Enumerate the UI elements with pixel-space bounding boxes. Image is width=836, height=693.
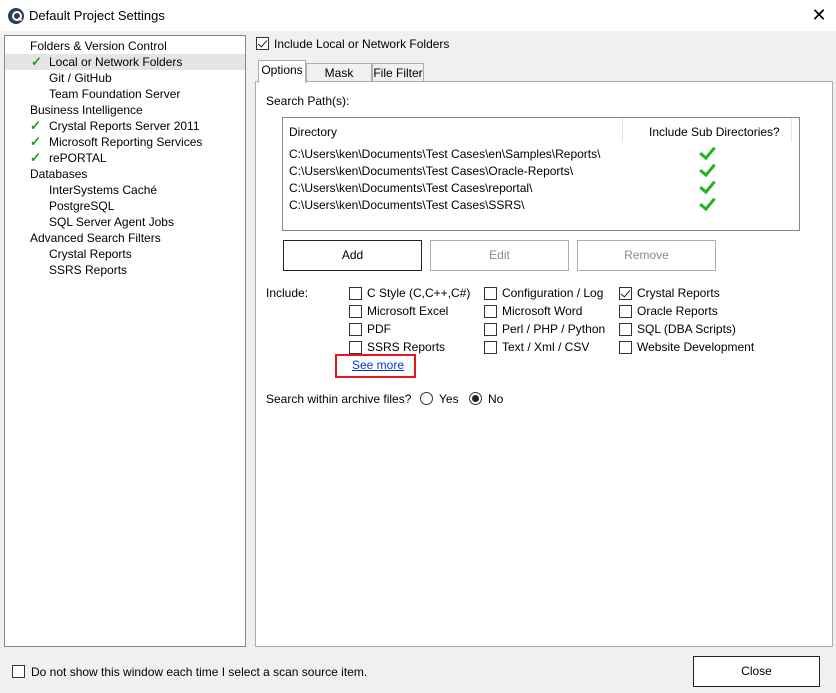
check-icon: ✓	[31, 54, 42, 69]
see-more-link[interactable]: See more	[352, 358, 404, 372]
search-paths-list[interactable]: Directory Include Sub Directories? C:\Us…	[282, 117, 800, 231]
sql-dba-scripts-label: SQL (DBA Scripts)	[637, 322, 736, 336]
dont-show-label: Do not show this window each time I sele…	[31, 665, 368, 679]
list-item[interactable]: C:\Users\ken\Documents\Test Cases\en\Sam…	[289, 147, 600, 161]
search-paths-label: Search Path(s):	[266, 94, 350, 108]
text-xml-csv-label: Text / Xml / CSV	[502, 340, 590, 354]
tree-item-local-network-folders[interactable]: ✓ Local or Network Folders	[5, 54, 245, 70]
column-divider	[791, 118, 792, 142]
pdf-label: PDF	[367, 322, 391, 336]
list-item[interactable]: C:\Users\ken\Documents\Test Cases\SSRS\	[289, 198, 524, 212]
tree-item-crystal-reports[interactable]: Crystal Reports	[49, 246, 132, 262]
tree-item-reportal[interactable]: ✓ rePORTAL	[30, 150, 107, 166]
microsoft-excel-checkbox[interactable]	[349, 305, 362, 318]
perl-php-python-checkbox[interactable]	[484, 323, 497, 336]
check-icon	[699, 163, 713, 177]
app-logo-icon	[8, 8, 24, 24]
check-icon: ✓	[30, 118, 41, 133]
c-style-checkbox[interactable]	[349, 287, 362, 300]
archive-no-radio[interactable]	[469, 392, 482, 405]
window-title: Default Project Settings	[29, 8, 165, 23]
check-icon: ✓	[30, 134, 41, 149]
edit-button[interactable]: Edit	[430, 240, 569, 271]
dont-show-checkbox[interactable]	[12, 665, 25, 678]
check-icon	[699, 146, 713, 160]
list-item[interactable]: C:\Users\ken\Documents\Test Cases\Oracle…	[289, 164, 573, 178]
ssrs-reports-label: SSRS Reports	[367, 340, 446, 354]
list-item[interactable]: C:\Users\ken\Documents\Test Cases\report…	[289, 181, 532, 195]
window-close-icon[interactable]: ✕	[808, 4, 830, 26]
tree-item-databases[interactable]: Databases	[30, 166, 87, 182]
archive-no-label: No	[488, 392, 504, 406]
crystal-reports-checkbox[interactable]	[619, 287, 632, 300]
tab-file-filter[interactable]: File Filter	[372, 63, 424, 82]
text-xml-csv-checkbox[interactable]	[484, 341, 497, 354]
configuration-log-label: Configuration / Log	[502, 286, 604, 300]
tree-item-git-github[interactable]: Git / GitHub	[49, 70, 112, 86]
check-icon: ✓	[30, 150, 41, 165]
pdf-checkbox[interactable]	[349, 323, 362, 336]
tab-options[interactable]: Options	[258, 60, 306, 83]
perl-php-python-label: Perl / PHP / Python	[502, 322, 606, 336]
configuration-log-checkbox[interactable]	[484, 287, 497, 300]
include-label: Include:	[266, 286, 309, 300]
column-header-directory[interactable]: Directory	[289, 125, 337, 139]
tab-mask-filters[interactable]: Mask Filters	[306, 63, 372, 98]
ssrs-reports-checkbox[interactable]	[349, 341, 362, 354]
website-development-checkbox[interactable]	[619, 341, 632, 354]
microsoft-excel-label: Microsoft Excel	[367, 304, 449, 318]
archive-yes-radio[interactable]	[420, 392, 433, 405]
include-folders-checkbox[interactable]	[256, 37, 269, 50]
remove-button[interactable]: Remove	[577, 240, 716, 271]
check-icon	[699, 197, 713, 211]
oracle-reports-label: Oracle Reports	[637, 304, 718, 318]
tree-item-intersystems-cache[interactable]: InterSystems Caché	[49, 182, 157, 198]
tree-item-microsoft-reporting-services[interactable]: ✓ Microsoft Reporting Services	[30, 134, 202, 150]
settings-tree: Folders & Version Control ✓ Local or Netw…	[4, 35, 246, 647]
column-header-subdirs[interactable]: Include Sub Directories?	[649, 125, 780, 139]
c-style-label: C Style (C,C++,C#)	[367, 286, 471, 300]
microsoft-word-label: Microsoft Word	[502, 304, 583, 318]
tree-item-ssrs-reports[interactable]: SSRS Reports	[49, 262, 127, 278]
oracle-reports-checkbox[interactable]	[619, 305, 632, 318]
check-icon	[699, 180, 713, 194]
archive-yes-label: Yes	[439, 392, 459, 406]
tree-item-crystal-reports-server[interactable]: ✓ Crystal Reports Server 2011	[30, 118, 200, 134]
include-folders-label: Include Local or Network Folders	[274, 37, 450, 51]
website-development-label: Website Development	[637, 340, 755, 354]
column-divider	[622, 118, 623, 142]
tree-item-team-foundation-server[interactable]: Team Foundation Server	[49, 86, 180, 102]
tree-item-folders-version-control[interactable]: Folders & Version Control	[30, 38, 167, 54]
archive-label: Search within archive files?	[266, 392, 412, 406]
tree-item-business-intelligence[interactable]: Business Intelligence	[30, 102, 143, 118]
crystal-reports-label: Crystal Reports	[637, 286, 720, 300]
tree-item-advanced-search-filters[interactable]: Advanced Search Filters	[30, 230, 161, 246]
microsoft-word-checkbox[interactable]	[484, 305, 497, 318]
tree-item-postgresql[interactable]: PostgreSQL	[49, 198, 114, 214]
add-button[interactable]: Add	[283, 240, 422, 271]
close-button[interactable]: Close	[693, 656, 820, 687]
sql-dba-scripts-checkbox[interactable]	[619, 323, 632, 336]
tree-item-sql-server-agent-jobs[interactable]: SQL Server Agent Jobs	[49, 214, 174, 230]
